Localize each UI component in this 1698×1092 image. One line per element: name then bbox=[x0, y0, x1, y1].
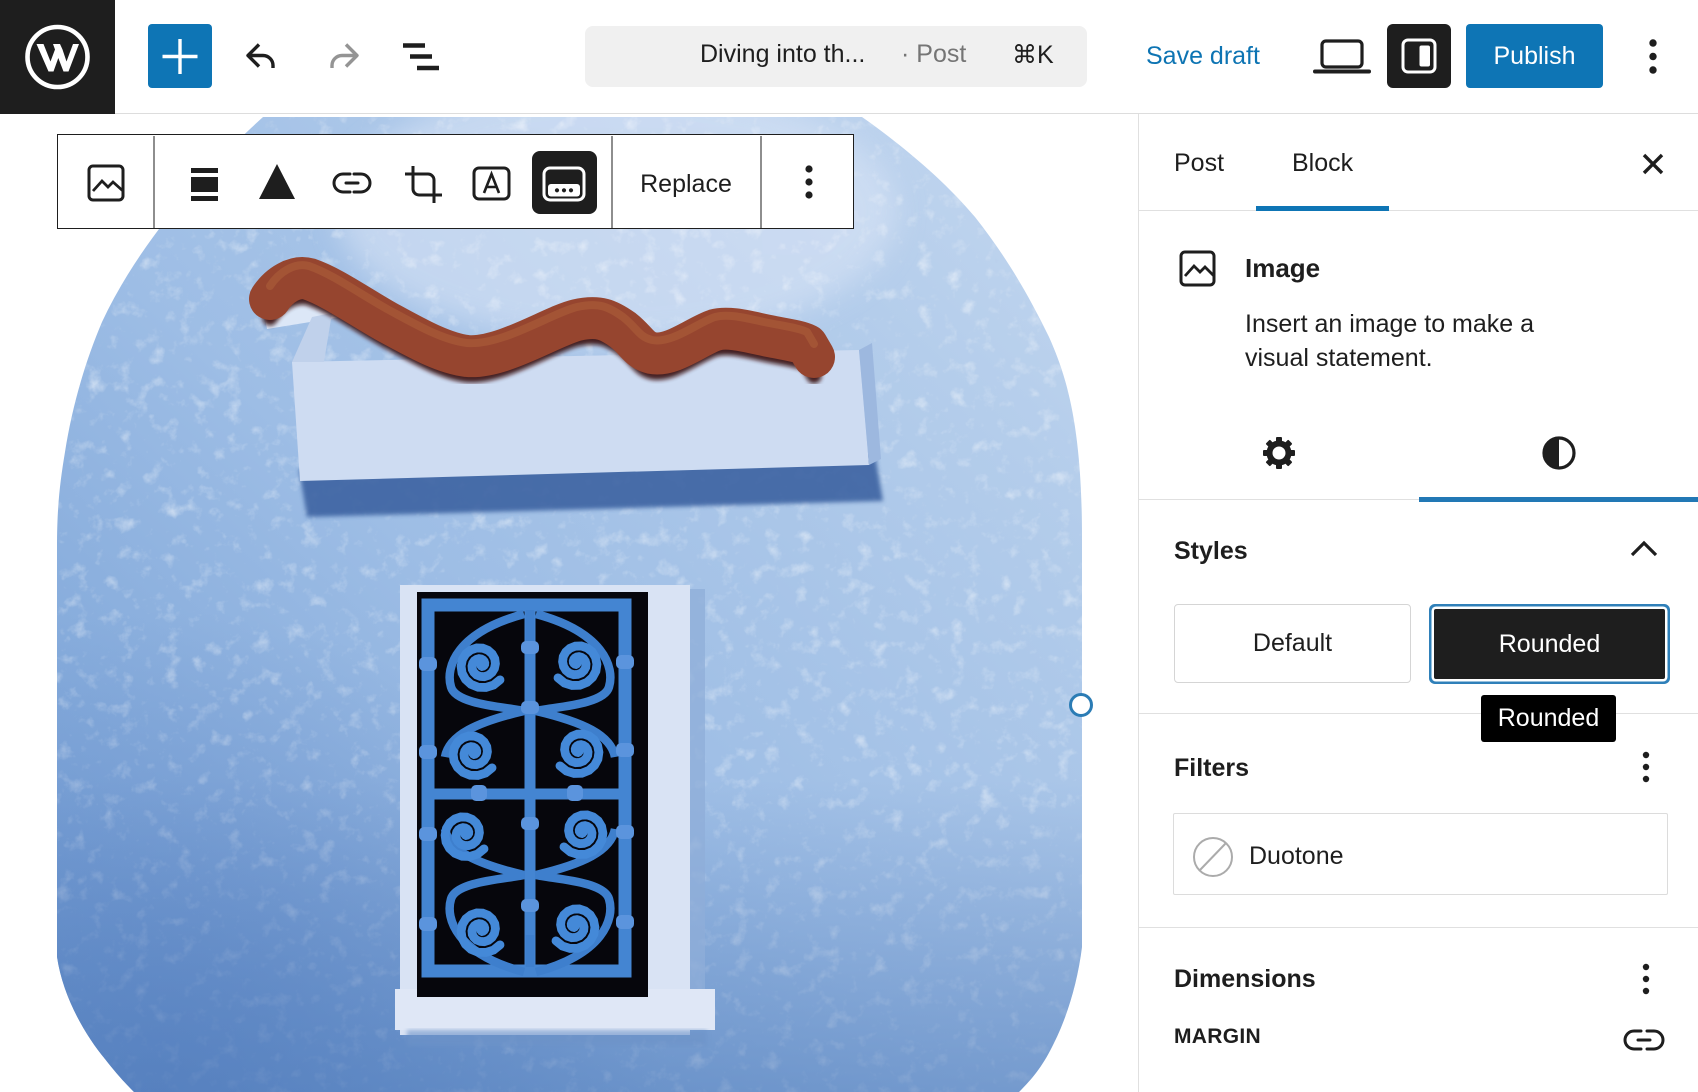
svg-text:Replace: Replace bbox=[640, 170, 732, 198]
